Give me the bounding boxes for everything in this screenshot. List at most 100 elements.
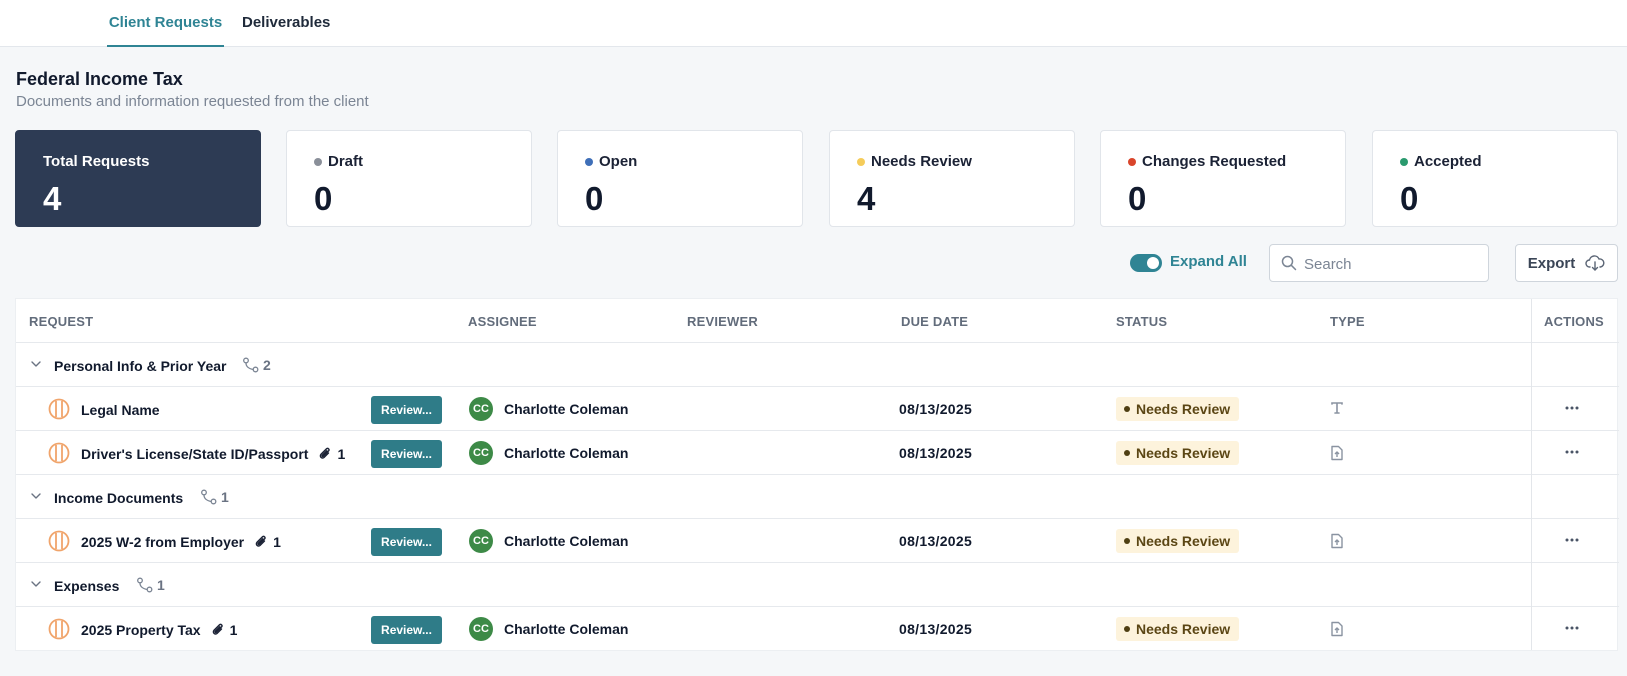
tab-client-requests[interactable]: Client Requests [107,0,224,47]
stat-label: Open [585,153,637,170]
in-progress-status-icon [48,530,70,552]
attachment-count[interactable]: 1 [318,446,345,462]
export-button[interactable]: Export [1515,244,1618,282]
file-upload-icon [1331,533,1343,549]
table-row[interactable]: Legal Name Review... CC Charlotte Colema… [16,387,1619,431]
status-dot-icon [1400,157,1408,166]
due-date[interactable]: 08/13/2025 [899,533,972,549]
assignee-name[interactable]: Charlotte Coleman [504,621,628,637]
search-icon [1281,255,1297,271]
route-icon [243,357,259,373]
review-button[interactable]: Review... [371,528,442,556]
table-row[interactable]: 2025 W-2 from Employer 1 Review... CC Ch… [16,519,1619,563]
tab-deliverables[interactable]: Deliverables [242,0,330,47]
group-name: Income Documents [54,490,184,506]
column-header-due-date[interactable]: DUE DATE [901,314,968,329]
file-upload-icon [1331,445,1343,461]
status-dot-icon [314,157,322,166]
review-button[interactable]: Review... [371,616,442,644]
paperclip-icon [255,535,266,547]
table-row[interactable]: Driver's License/State ID/Passport 1 Rev… [16,431,1619,475]
review-button[interactable]: Review... [371,440,442,468]
request-name[interactable]: Legal Name [81,402,160,418]
table-row[interactable]: 2025 Property Tax 1 Review... CC Charlot… [16,607,1619,651]
status-dot-icon [1124,406,1130,412]
attachment-count[interactable]: 1 [211,622,237,638]
stat-value: 4 [857,180,876,217]
file-upload-icon [1331,621,1343,637]
due-date[interactable]: 08/13/2025 [899,621,972,637]
export-label: Export [1527,254,1576,272]
assignee-name[interactable]: Charlotte Coleman [504,401,628,417]
stat-label: Draft [314,153,363,170]
status-dot-icon [1128,157,1136,166]
route-icon [201,489,217,505]
toggle-knob [1147,257,1159,269]
stat-value: 0 [1400,180,1419,217]
due-date[interactable]: 08/13/2025 [899,401,972,417]
route-icon [137,577,153,593]
stat-card-accepted[interactable]: Accepted 0 [1372,130,1618,227]
more-actions-icon[interactable] [1564,620,1580,636]
search-input[interactable] [1304,253,1484,275]
more-actions-icon[interactable] [1564,444,1580,460]
status-badge[interactable]: Needs Review [1116,441,1240,465]
expand-all-label[interactable]: Expand All [1170,253,1247,270]
in-progress-status-icon [48,442,70,464]
more-actions-icon[interactable] [1564,400,1580,416]
stat-card-open[interactable]: Open 0 [557,130,803,227]
request-name[interactable]: Driver's License/State ID/Passport 1 [81,446,345,462]
cloud-download-icon [1585,255,1605,271]
tab-bar: Client Requests Deliverables [0,0,1627,47]
request-name[interactable]: 2025 W-2 from Employer 1 [81,534,281,550]
stat-card-total-requests[interactable]: Total Requests 4 [15,130,261,227]
stat-label: Needs Review [857,153,972,170]
more-actions-icon[interactable] [1564,532,1580,548]
stat-card-changes-requested[interactable]: Changes Requested 0 [1100,130,1346,227]
in-progress-status-icon [48,398,70,420]
assignee-name[interactable]: Charlotte Coleman [504,445,628,461]
column-header-status[interactable]: STATUS [1116,314,1167,329]
status-badge[interactable]: Needs Review [1116,617,1240,641]
stat-label: Changes Requested [1128,153,1286,170]
due-date[interactable]: 08/13/2025 [899,445,972,461]
column-header-type[interactable]: TYPE [1330,314,1365,329]
review-button[interactable]: Review... [371,396,442,424]
attachment-count[interactable]: 1 [254,534,281,550]
status-dot-icon [1124,626,1130,632]
group-row-personal-info[interactable]: Personal Info & Prior Year 2 [16,343,1619,387]
stat-label: Accepted [1400,153,1482,170]
chevron-down-icon[interactable] [30,579,42,589]
avatar: CC [469,397,493,421]
chevron-down-icon[interactable] [30,359,42,369]
stat-label: Total Requests [43,153,150,170]
stat-value: 4 [43,180,62,217]
avatar: CC [469,441,493,465]
status-badge[interactable]: Needs Review [1116,397,1240,421]
group-row-income-documents[interactable]: Income Documents 1 [16,475,1619,519]
search-box[interactable] [1269,244,1489,282]
status-badge[interactable]: Needs Review [1116,529,1240,553]
status-dot-icon [585,157,593,166]
column-header-reviewer[interactable]: REVIEWER [687,314,758,329]
stat-value: 0 [1128,180,1147,217]
stat-card-draft[interactable]: Draft 0 [286,130,532,227]
request-count: 2 [242,357,271,373]
request-name[interactable]: 2025 Property Tax 1 [81,622,237,638]
status-dot-icon [857,157,865,166]
chevron-down-icon[interactable] [30,491,42,501]
status-dot-icon [1124,450,1130,456]
status-dot-icon [1124,538,1130,544]
stat-card-needs-review[interactable]: Needs Review 4 [829,130,1075,227]
request-count: 1 [136,577,165,593]
group-name: Expenses [54,578,120,594]
page-title: Federal Income Tax [16,69,183,89]
assignee-name[interactable]: Charlotte Coleman [504,533,628,549]
group-name: Personal Info & Prior Year [54,358,227,374]
paperclip-icon [212,623,223,635]
column-header-request[interactable]: REQUEST [29,314,93,329]
expand-all-toggle[interactable] [1130,254,1162,272]
group-row-expenses[interactable]: Expenses 1 [16,563,1619,607]
in-progress-status-icon [48,618,70,640]
column-header-assignee[interactable]: ASSIGNEE [468,314,537,329]
